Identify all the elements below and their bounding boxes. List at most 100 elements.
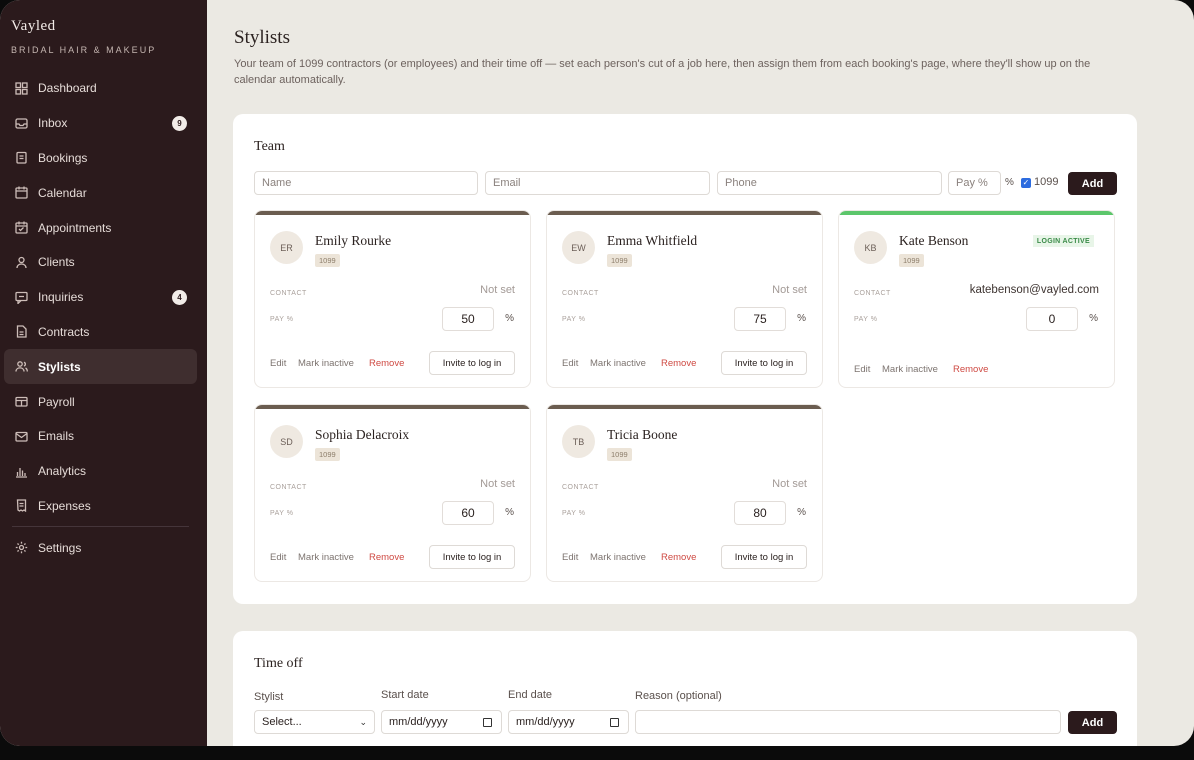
inbox-icon	[14, 116, 28, 130]
stylist-name: Sophia Delacroix	[315, 427, 410, 442]
mark-inactive-link[interactable]: Mark inactive	[298, 552, 354, 563]
pay-input[interactable]: Pay %	[948, 171, 1001, 195]
mark-inactive-link[interactable]: Mark inactive	[882, 364, 938, 375]
avatar: EW	[562, 231, 595, 264]
calendar-icon[interactable]	[483, 717, 492, 727]
stylist-card: KB Kate Benson 1099 LOGIN ACTIVE CONTACT kate…	[838, 210, 1115, 388]
sidebar-item-label: Dashboard	[38, 81, 97, 96]
sidebar-item-label: Stylists	[38, 359, 81, 374]
user-icon	[14, 255, 28, 269]
pay-percent-sign: %	[505, 507, 514, 518]
sidebar-item-stylists[interactable]: Stylists	[4, 349, 197, 385]
stylist-card: SD Sophia Delacroix 1099 CONTACT Not set PAY …	[254, 404, 531, 582]
1099-checkbox-label: 1099	[1034, 176, 1059, 188]
sidebar-item-appointments[interactable]: Appointments	[4, 210, 197, 245]
remove-link[interactable]: Remove	[661, 552, 696, 563]
invite-button[interactable]: Invite to log in	[429, 351, 515, 375]
mail-icon	[14, 429, 28, 443]
sidebar-item-label: Bookings	[38, 150, 88, 165]
stylist-select[interactable]: Select... ⌄	[254, 710, 375, 734]
stylist-name: Kate Benson	[899, 233, 969, 248]
stylist-card: ER Emily Rourke 1099 CONTACT Not set PAY % 50%…	[254, 210, 531, 388]
sidebar-item-calendar[interactable]: Calendar	[4, 175, 197, 210]
team-title: Team	[254, 139, 285, 154]
card-top-bar	[255, 211, 530, 215]
pay-percent-input[interactable]: 60	[442, 501, 494, 525]
remove-link[interactable]: Remove	[369, 552, 404, 563]
pay-percent-input[interactable]: 0	[1026, 307, 1078, 331]
contact-label: CONTACT	[562, 484, 599, 491]
employment-tag: 1099	[899, 254, 924, 267]
edit-link[interactable]: Edit	[562, 358, 578, 369]
reason-label: Reason (optional)	[635, 690, 722, 702]
sidebar-item-dashboard[interactable]: Dashboard	[4, 71, 197, 106]
sidebar-item-contracts[interactable]: Contracts	[4, 315, 197, 350]
pay-percent-input[interactable]: 80	[734, 501, 786, 525]
employment-tag: 1099	[315, 448, 340, 461]
pay-label: PAY %	[562, 510, 586, 517]
employment-tag: 1099	[607, 448, 632, 461]
calendar-check-icon	[14, 221, 28, 235]
edit-link[interactable]: Edit	[270, 552, 286, 563]
pay-percent-input[interactable]: 75	[734, 307, 786, 331]
name-input[interactable]: Name	[254, 171, 478, 195]
timeoff-title: Time off	[254, 656, 303, 671]
sidebar-item-label: Emails	[38, 429, 75, 444]
invite-button[interactable]: Invite to log in	[721, 351, 807, 375]
employment-tag: 1099	[315, 254, 340, 267]
phone-input[interactable]: Phone	[717, 171, 942, 195]
card-top-bar	[547, 405, 822, 409]
card-top-bar	[547, 211, 822, 215]
mark-inactive-link[interactable]: Mark inactive	[590, 358, 646, 369]
sidebar-item-inquiries[interactable]: Inquiries 4	[4, 280, 197, 315]
avatar: KB	[854, 231, 887, 264]
pay-label: PAY %	[854, 316, 878, 323]
stylist-label: Stylist	[254, 691, 284, 703]
add-stylist-button[interactable]: Add	[1068, 172, 1117, 195]
edit-link[interactable]: Edit	[562, 552, 578, 563]
mark-inactive-link[interactable]: Mark inactive	[590, 552, 646, 563]
edit-link[interactable]: Edit	[270, 358, 286, 369]
bar-chart-icon	[14, 464, 28, 478]
sidebar-item-settings[interactable]: Settings	[4, 530, 197, 565]
sidebar-item-expenses[interactable]: Expenses	[4, 489, 197, 524]
sidebar-item-inbox[interactable]: Inbox 9	[4, 106, 197, 141]
reason-input[interactable]	[635, 710, 1061, 734]
remove-link[interactable]: Remove	[953, 364, 988, 375]
calendar-icon	[14, 186, 28, 200]
start-date-input[interactable]: mm/dd/yyyy	[381, 710, 502, 734]
edit-link[interactable]: Edit	[854, 364, 870, 375]
end-date-input[interactable]: mm/dd/yyyy	[508, 710, 629, 734]
invite-button[interactable]: Invite to log in	[429, 545, 515, 569]
sidebar-item-label: Payroll	[38, 394, 75, 409]
sidebar-item-clients[interactable]: Clients	[4, 245, 197, 280]
sidebar-item-analytics[interactable]: Analytics	[4, 454, 197, 489]
invite-button[interactable]: Invite to log in	[721, 545, 807, 569]
page-title: Stylists	[234, 27, 290, 48]
pay-percent-input[interactable]: 50	[442, 307, 494, 331]
sidebar-item-emails[interactable]: Emails	[4, 419, 197, 454]
count-badge: 4	[172, 289, 187, 305]
sidebar-item-label: Contracts	[38, 324, 90, 339]
remove-link[interactable]: Remove	[661, 358, 696, 369]
login-status-badge: LOGIN ACTIVE	[1032, 235, 1094, 247]
calendar-icon[interactable]	[610, 717, 619, 727]
avatar: TB	[562, 425, 595, 458]
sidebar-item-payroll[interactable]: Payroll	[4, 384, 197, 419]
remove-link[interactable]: Remove	[369, 358, 404, 369]
stylist-card: EW Emma Whitfield 1099 CONTACT Not set PAY % 7…	[546, 210, 823, 388]
contact-value: Not set	[772, 284, 807, 296]
contact-label: CONTACT	[562, 290, 599, 297]
email-input[interactable]: Email	[485, 171, 710, 195]
mark-inactive-link[interactable]: Mark inactive	[298, 358, 354, 369]
sidebar-nav: Dashboard Inbox 9 Bookings Calendar Appointme…	[4, 71, 197, 565]
sidebar-item-bookings[interactable]: Bookings	[4, 141, 197, 176]
contact-value: Not set	[772, 478, 807, 490]
stylist-name: Tricia Boone	[607, 427, 678, 442]
clipboard-icon	[14, 151, 28, 165]
contact-label: CONTACT	[854, 290, 891, 297]
1099-checkbox[interactable]: ✓	[1021, 178, 1031, 188]
brand: Vayled BRIDAL HAIR & MAKEUP	[11, 18, 156, 55]
add-timeoff-button[interactable]: Add	[1068, 711, 1117, 734]
pay-percent-sign: %	[505, 313, 514, 324]
